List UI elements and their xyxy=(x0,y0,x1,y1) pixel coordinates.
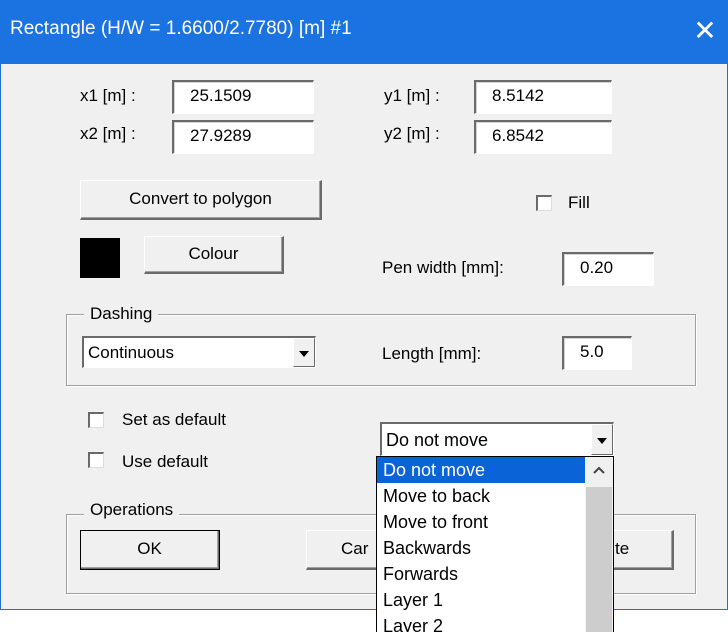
x2-label: x2 [m] : xyxy=(80,124,136,143)
pen-width-input[interactable]: 0.20 xyxy=(562,252,654,286)
dashing-select-value: Continuous xyxy=(88,343,175,362)
use-default-checkbox[interactable] xyxy=(88,452,104,468)
set-default-checkbox[interactable] xyxy=(88,412,104,428)
use-default-label: Use default xyxy=(122,452,208,471)
list-item[interactable]: Move to back xyxy=(377,483,585,509)
convert-to-polygon-button[interactable]: Convert to polygon xyxy=(80,180,322,220)
dashing-caption: Dashing xyxy=(84,304,159,324)
chevron-down-icon[interactable] xyxy=(293,338,315,367)
scrollbar-thumb[interactable] xyxy=(586,487,612,632)
scroll-up-icon[interactable] xyxy=(585,457,613,485)
list-item[interactable]: Layer 2 xyxy=(377,613,585,632)
dashing-select[interactable]: Continuous xyxy=(82,336,316,368)
close-icon[interactable]: ✕ xyxy=(688,12,722,50)
y2-label: y2 [m] : xyxy=(384,124,440,143)
x1-label: x1 [m] : xyxy=(80,86,136,105)
pen-width-label: Pen width [mm]: xyxy=(382,258,504,277)
list-item[interactable]: Layer 1 xyxy=(377,587,585,613)
x2-input[interactable]: 27.9289 xyxy=(172,120,314,154)
y2-input[interactable]: 6.8542 xyxy=(474,120,612,154)
ok-button[interactable]: OK xyxy=(80,530,220,570)
order-select[interactable]: Do not move xyxy=(380,422,614,456)
list-item[interactable]: Backwards xyxy=(377,535,585,561)
order-dropdown-list[interactable]: Do not move Move to back Move to front B… xyxy=(376,456,614,632)
order-select-value: Do not move xyxy=(386,430,489,450)
fill-checkbox[interactable] xyxy=(536,195,552,211)
window-title: Rectangle (H/W = 1.6600/2.7780) [m] #1 xyxy=(10,18,352,39)
list-item[interactable]: Do not move xyxy=(377,457,585,483)
length-input[interactable]: 5.0 xyxy=(562,336,632,370)
set-default-label: Set as default xyxy=(122,410,226,429)
title-bar[interactable]: Rectangle (H/W = 1.6600/2.7780) [m] #1 ✕ xyxy=(0,0,728,64)
colour-swatch xyxy=(80,238,120,278)
operations-caption: Operations xyxy=(84,500,180,520)
list-item[interactable]: Forwards xyxy=(377,561,585,587)
list-item[interactable]: Move to front xyxy=(377,509,585,535)
y1-input[interactable]: 8.5142 xyxy=(474,80,612,114)
x1-input[interactable]: 25.1509 xyxy=(172,80,314,114)
length-label: Length [mm]: xyxy=(382,344,482,363)
y1-label: y1 [m] : xyxy=(384,86,440,105)
chevron-down-icon[interactable] xyxy=(591,424,613,455)
dropdown-scrollbar[interactable] xyxy=(585,457,613,632)
colour-button[interactable]: Colour xyxy=(144,236,284,274)
fill-label: Fill xyxy=(568,193,590,212)
